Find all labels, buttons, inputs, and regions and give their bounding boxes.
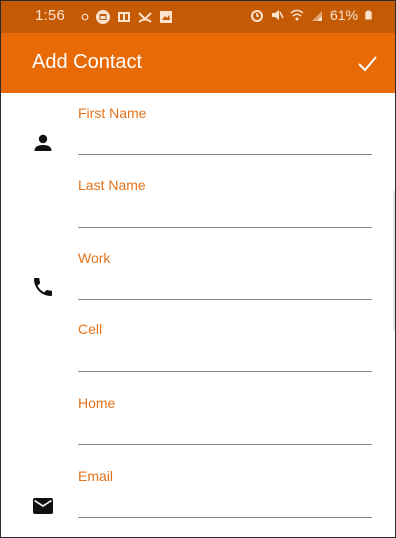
home-phone-input[interactable] <box>78 420 372 445</box>
save-button[interactable] <box>353 49 381 77</box>
cell-phone-input[interactable] <box>78 347 372 372</box>
battery-icon <box>365 10 372 20</box>
work-label: Work <box>78 250 111 266</box>
phone-screen: 1:56 61% Add Contact First Name Last Nam… <box>0 0 396 538</box>
email-icon <box>33 498 53 514</box>
status-icons-left <box>81 9 173 25</box>
missed-call-icon <box>138 12 152 23</box>
wifi-icon <box>290 9 304 21</box>
home-label: Home <box>78 395 116 411</box>
battery-percent: 61% <box>329 7 358 23</box>
signal-icon <box>311 11 322 21</box>
first-name-label: First Name <box>78 105 147 121</box>
page-title: Add Contact <box>32 51 143 73</box>
mute-icon <box>271 10 284 20</box>
status-icons-right: 61% <box>250 7 373 23</box>
last-name-input[interactable] <box>78 203 372 228</box>
first-name-input[interactable] <box>78 130 372 155</box>
calendar-icon <box>96 10 110 24</box>
app-bar: Add Contact <box>1 33 395 93</box>
work-phone-input[interactable] <box>78 275 372 300</box>
person-icon <box>34 134 52 151</box>
status-bar: 1:56 61% <box>1 1 395 33</box>
dot-icon <box>81 13 89 21</box>
scrollbar-edge <box>393 191 395 331</box>
check-icon <box>358 56 377 72</box>
alarm-icon <box>250 10 263 22</box>
notification-icon <box>118 12 130 22</box>
status-time: 1:56 <box>35 7 65 24</box>
cell-label: Cell <box>78 321 103 337</box>
email-input[interactable] <box>78 493 372 518</box>
image-icon <box>160 11 172 23</box>
phone-icon <box>34 278 52 296</box>
last-name-label: Last Name <box>78 177 146 193</box>
email-label: Email <box>78 468 114 484</box>
